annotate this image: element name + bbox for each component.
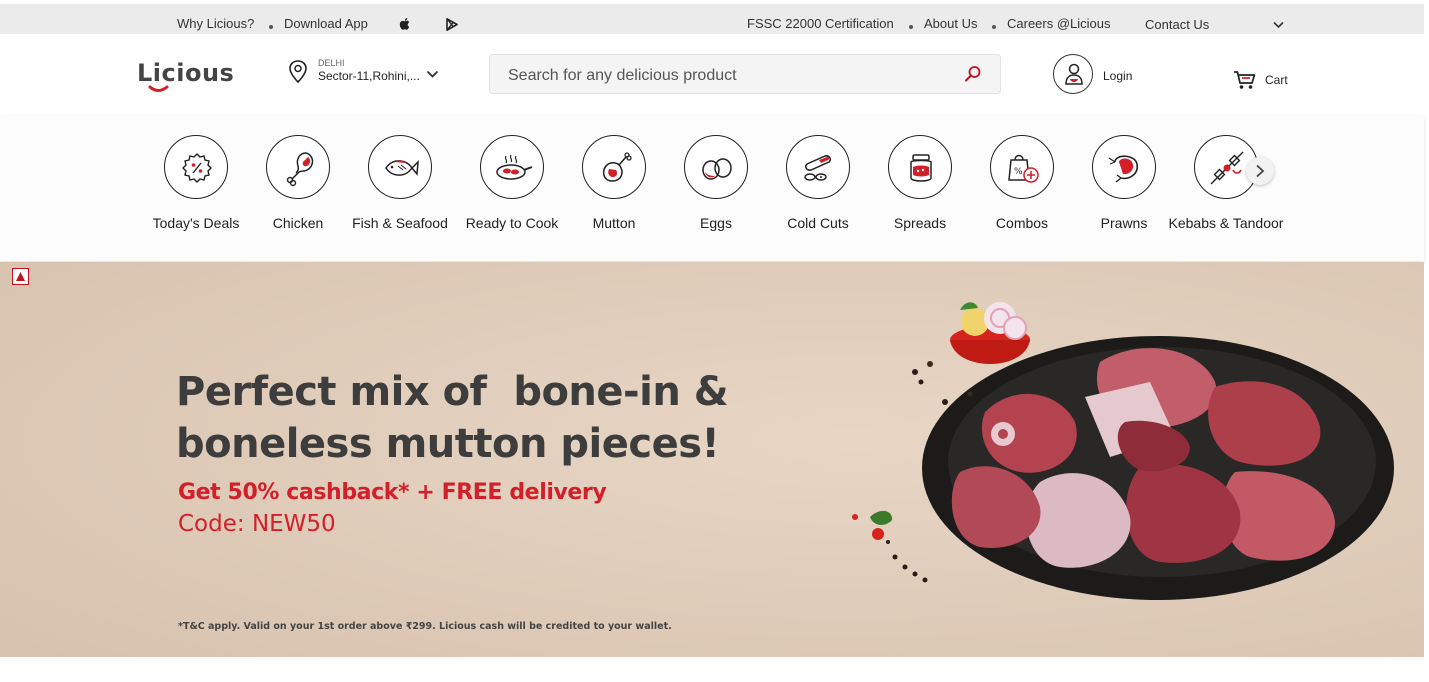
location-pin-icon[interactable] — [287, 59, 309, 85]
licious-logo[interactable]: Licious — [136, 54, 236, 98]
category-navigation: Today's Deals Chicken Fish & Seafood Rea… — [0, 115, 1424, 261]
category-next-button[interactable] — [1246, 157, 1274, 185]
search-icon[interactable] — [964, 65, 982, 83]
contact-us-dropdown[interactable]: Contact Us — [1145, 5, 1209, 35]
login-link[interactable]: Login — [1103, 69, 1132, 83]
kebabs-icon — [1210, 151, 1244, 185]
cart-link[interactable]: Cart — [1265, 73, 1288, 87]
triangle-up-icon — [16, 272, 25, 281]
deals-icon — [182, 153, 212, 183]
banner-headline: Perfect mix of bone-in & boneless mutton… — [176, 366, 729, 470]
chevron-down-icon[interactable] — [1273, 21, 1284, 29]
separator-dot — [269, 25, 273, 29]
banner-terms: *T&C apply. Valid on your 1st order abov… — [178, 621, 672, 632]
mutton-icon — [602, 152, 632, 182]
ad-choices-badge[interactable] — [12, 268, 29, 285]
login-avatar-button[interactable] — [1053, 54, 1093, 94]
play-store-icon[interactable] — [446, 18, 458, 31]
ready-to-cook-icon — [496, 154, 533, 180]
about-us-link[interactable]: About Us — [924, 4, 977, 34]
main-header: Licious DELHI Sector-11,Rohini,... Searc… — [0, 34, 1424, 114]
why-licious-link[interactable]: Why Licious? — [177, 4, 254, 34]
search-placeholder: Search for any delicious product — [508, 67, 737, 84]
separator-dot — [992, 25, 996, 29]
download-app-link[interactable]: Download App — [284, 4, 368, 34]
banner-coupon-code: Code: NEW50 — [178, 511, 336, 537]
chicken-icon — [286, 152, 314, 187]
fish-icon — [385, 160, 419, 176]
user-icon — [1065, 63, 1083, 85]
separator-dot — [909, 25, 913, 29]
fssc-certification-link[interactable]: FSSC 22000 Certification — [747, 4, 894, 34]
location-city: DELHI — [318, 58, 345, 68]
spreads-icon — [910, 154, 932, 182]
chevron-right-icon — [1256, 164, 1265, 178]
careers-link[interactable]: Careers @Licious — [1007, 4, 1111, 34]
prawns-icon — [1108, 155, 1139, 183]
banner-headline-line-1: Perfect mix of bone-in & — [176, 369, 729, 415]
eggs-icon — [702, 158, 732, 180]
chevron-down-icon[interactable] — [426, 70, 439, 79]
cold-cuts-icon — [804, 155, 831, 181]
top-utility-bar: Why Licious? Download App FSSC 22000 Cer… — [0, 4, 1424, 34]
logo-text: Licious — [137, 59, 234, 87]
banner-offer: Get 50% cashback* + FREE delivery — [178, 480, 607, 505]
banner-headline-line-2: boneless mutton pieces! — [176, 421, 720, 467]
category-label: Kebabs & Tandoor — [1168, 215, 1284, 231]
apple-icon[interactable] — [399, 17, 412, 31]
combos-icon: % — [1008, 154, 1039, 183]
location-address[interactable]: Sector-11,Rohini,... — [318, 69, 420, 83]
search-input[interactable]: Search for any delicious product — [489, 54, 1001, 94]
cart-icon[interactable] — [1233, 69, 1257, 91]
svg-text:%: % — [1014, 167, 1023, 177]
